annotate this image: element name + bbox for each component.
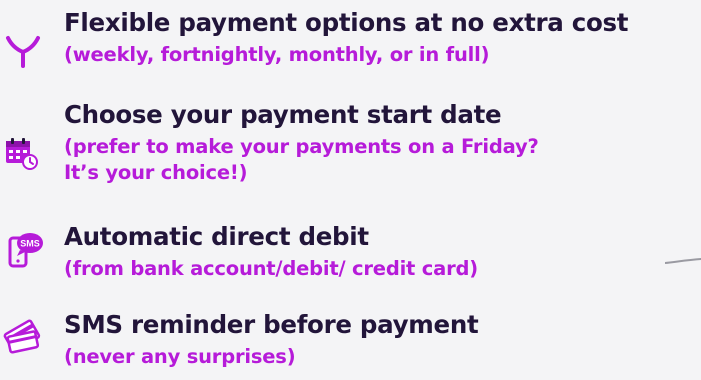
feature-title: SMS reminder before payment (64, 310, 479, 339)
feature-subtitle: (prefer to make your payments on a Frida… (64, 135, 539, 184)
feature-list: Flexible payment options at no extra cos… (0, 0, 701, 380)
calendar-icon (4, 136, 38, 170)
feature-subtitle: (from bank account/debit/ credit card) (64, 257, 478, 280)
sms-phone-icon: SMS (6, 230, 44, 268)
feature-subtitle: (weekly, fortnightly, monthly, or in ful… (64, 43, 490, 66)
credit-card-icon (2, 314, 42, 354)
feature-title: Choose your payment start date (64, 100, 502, 129)
feature-title: Automatic direct debit (64, 222, 369, 251)
feature-subtitle: (never any surprises) (64, 345, 296, 368)
fork-split-icon (2, 28, 44, 70)
decorative-stroke (665, 258, 701, 264)
feature-title: Flexible payment options at no extra cos… (64, 8, 629, 37)
svg-text:SMS: SMS (20, 239, 40, 249)
